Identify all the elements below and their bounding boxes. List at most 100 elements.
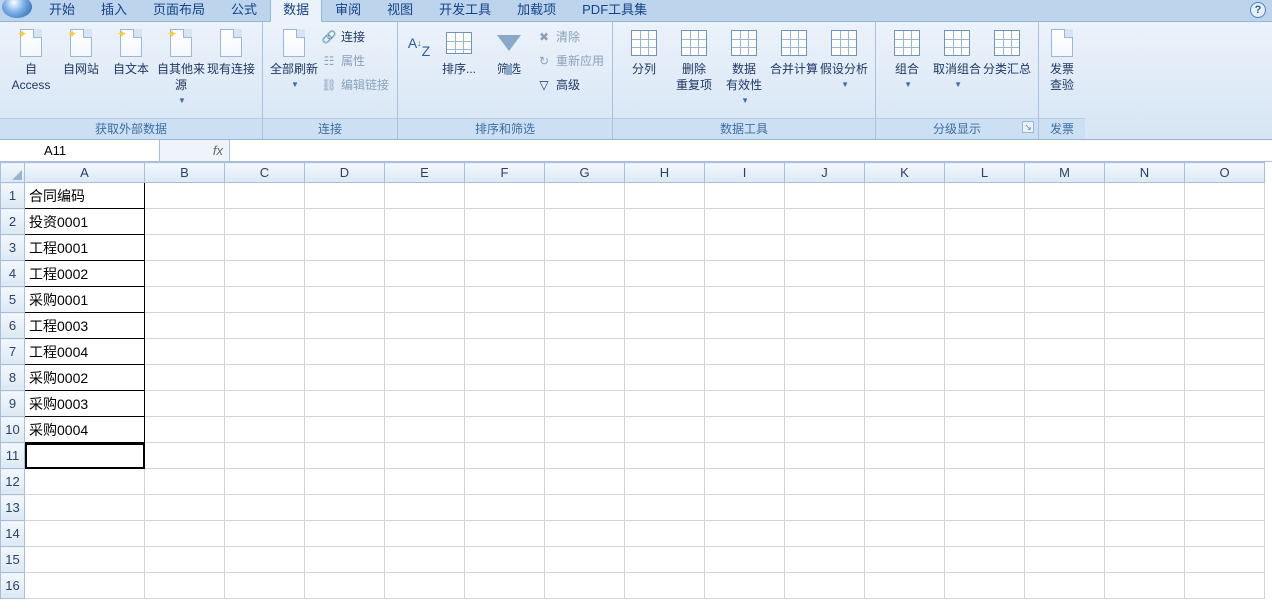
- cell-F13[interactable]: [465, 495, 545, 521]
- advanced-filter-button[interactable]: ▽ 高级: [536, 75, 604, 95]
- cell-O8[interactable]: [1185, 365, 1265, 391]
- cell-I15[interactable]: [705, 547, 785, 573]
- row-header-13[interactable]: 13: [1, 495, 25, 521]
- cell-A7[interactable]: 工程0004: [25, 339, 145, 365]
- cell-A12[interactable]: [25, 469, 145, 495]
- cell-J5[interactable]: [785, 287, 865, 313]
- column-header-C[interactable]: C: [225, 163, 305, 183]
- cell-I5[interactable]: [705, 287, 785, 313]
- cell-G9[interactable]: [545, 391, 625, 417]
- cell-L11[interactable]: [945, 443, 1025, 469]
- row-header-5[interactable]: 5: [1, 287, 25, 313]
- cell-G12[interactable]: [545, 469, 625, 495]
- cell-J3[interactable]: [785, 235, 865, 261]
- cell-N7[interactable]: [1105, 339, 1185, 365]
- remove-duplicates-button[interactable]: 删除 重复项: [669, 25, 719, 93]
- row-header-12[interactable]: 12: [1, 469, 25, 495]
- cell-E9[interactable]: [385, 391, 465, 417]
- cell-I13[interactable]: [705, 495, 785, 521]
- cell-O13[interactable]: [1185, 495, 1265, 521]
- cell-L6[interactable]: [945, 313, 1025, 339]
- cell-H8[interactable]: [625, 365, 705, 391]
- cell-C4[interactable]: [225, 261, 305, 287]
- trailing-button[interactable]: 发票查验: [1045, 25, 1079, 93]
- text-to-columns-button[interactable]: 分列: [619, 25, 669, 77]
- select-all-corner[interactable]: [1, 163, 25, 183]
- cell-D5[interactable]: [305, 287, 385, 313]
- cell-F10[interactable]: [465, 417, 545, 443]
- cell-G7[interactable]: [545, 339, 625, 365]
- cell-O6[interactable]: [1185, 313, 1265, 339]
- cell-D2[interactable]: [305, 209, 385, 235]
- cell-D7[interactable]: [305, 339, 385, 365]
- cell-H16[interactable]: [625, 573, 705, 599]
- cell-B11[interactable]: [145, 443, 225, 469]
- cell-E7[interactable]: [385, 339, 465, 365]
- cell-N8[interactable]: [1105, 365, 1185, 391]
- row-header-7[interactable]: 7: [1, 339, 25, 365]
- tab-审阅[interactable]: 审阅: [322, 0, 374, 21]
- column-header-G[interactable]: G: [545, 163, 625, 183]
- cell-K4[interactable]: [865, 261, 945, 287]
- cell-G3[interactable]: [545, 235, 625, 261]
- cell-K12[interactable]: [865, 469, 945, 495]
- column-header-O[interactable]: O: [1185, 163, 1265, 183]
- cell-A4[interactable]: 工程0002: [25, 261, 145, 287]
- cell-A11[interactable]: [25, 443, 145, 469]
- column-header-A[interactable]: A: [25, 163, 145, 183]
- cell-G1[interactable]: [545, 183, 625, 209]
- cell-F2[interactable]: [465, 209, 545, 235]
- cell-E6[interactable]: [385, 313, 465, 339]
- cell-A6[interactable]: 工程0003: [25, 313, 145, 339]
- cell-L5[interactable]: [945, 287, 1025, 313]
- cell-N16[interactable]: [1105, 573, 1185, 599]
- cell-N2[interactable]: [1105, 209, 1185, 235]
- cell-O2[interactable]: [1185, 209, 1265, 235]
- cell-N12[interactable]: [1105, 469, 1185, 495]
- cell-E11[interactable]: [385, 443, 465, 469]
- cell-J9[interactable]: [785, 391, 865, 417]
- cell-E3[interactable]: [385, 235, 465, 261]
- cell-L9[interactable]: [945, 391, 1025, 417]
- what-if-analysis-button[interactable]: 假设分析 ▼: [819, 25, 869, 93]
- cell-J6[interactable]: [785, 313, 865, 339]
- subtotal-button[interactable]: 分类汇总: [982, 25, 1032, 77]
- cell-C10[interactable]: [225, 417, 305, 443]
- cell-N5[interactable]: [1105, 287, 1185, 313]
- from-access-button[interactable]: ✦ 自 Access: [6, 25, 56, 93]
- cell-J13[interactable]: [785, 495, 865, 521]
- cell-M12[interactable]: [1025, 469, 1105, 495]
- cell-D10[interactable]: [305, 417, 385, 443]
- cell-K11[interactable]: [865, 443, 945, 469]
- row-header-16[interactable]: 16: [1, 573, 25, 599]
- cell-A1[interactable]: 合同编码: [25, 183, 145, 209]
- cell-C14[interactable]: [225, 521, 305, 547]
- cell-K3[interactable]: [865, 235, 945, 261]
- column-header-D[interactable]: D: [305, 163, 385, 183]
- cell-H10[interactable]: [625, 417, 705, 443]
- cell-D14[interactable]: [305, 521, 385, 547]
- dialog-launcher-icon[interactable]: ↘: [1022, 121, 1034, 133]
- tab-PDF工具集[interactable]: PDF工具集: [569, 0, 660, 21]
- cell-A15[interactable]: [25, 547, 145, 573]
- cell-K10[interactable]: [865, 417, 945, 443]
- cell-D11[interactable]: [305, 443, 385, 469]
- cell-O16[interactable]: [1185, 573, 1265, 599]
- consolidate-button[interactable]: 合并计算: [769, 25, 819, 77]
- cell-G11[interactable]: [545, 443, 625, 469]
- cell-E12[interactable]: [385, 469, 465, 495]
- cell-O5[interactable]: [1185, 287, 1265, 313]
- cell-K9[interactable]: [865, 391, 945, 417]
- group-button[interactable]: 组合 ▼: [882, 25, 932, 93]
- cell-C2[interactable]: [225, 209, 305, 235]
- tab-公式[interactable]: 公式: [218, 0, 270, 21]
- cell-B13[interactable]: [145, 495, 225, 521]
- row-header-6[interactable]: 6: [1, 313, 25, 339]
- office-button[interactable]: [2, 0, 32, 18]
- cell-M7[interactable]: [1025, 339, 1105, 365]
- cell-E13[interactable]: [385, 495, 465, 521]
- cell-H15[interactable]: [625, 547, 705, 573]
- cell-O7[interactable]: [1185, 339, 1265, 365]
- cell-N4[interactable]: [1105, 261, 1185, 287]
- cell-K7[interactable]: [865, 339, 945, 365]
